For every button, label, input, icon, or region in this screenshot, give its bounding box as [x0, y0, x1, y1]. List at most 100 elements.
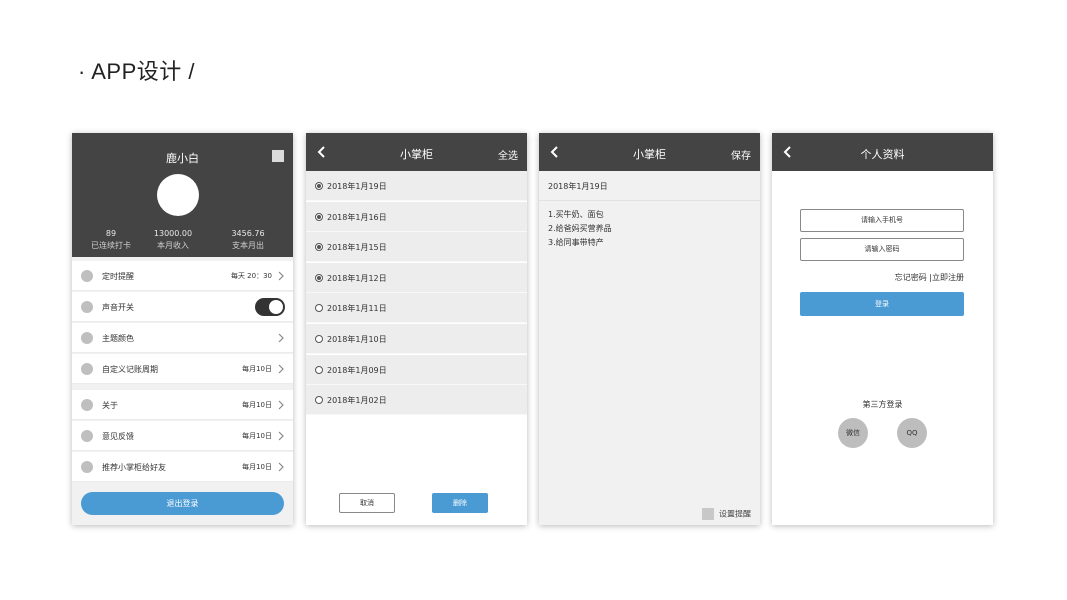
qq-login-button[interactable]: QQ — [897, 418, 927, 448]
top-bar: 个人资料 — [772, 133, 993, 171]
stat-value: 13000.00 — [153, 229, 193, 238]
setting-cycle[interactable]: 自定义记账周期 每月10日 — [72, 354, 293, 384]
chevron-right-icon — [278, 431, 284, 441]
stat-label: 本月收入 — [157, 241, 189, 250]
register-link[interactable]: |立即注册 — [929, 273, 964, 282]
reminder-icon — [81, 270, 93, 282]
radio-checked-icon[interactable] — [315, 212, 323, 221]
date-list-item[interactable]: 2018年1月10日 — [306, 324, 527, 354]
profile-header: 鹿小白 89 已连续打卡 13000.00 本月收入 3456.76 支本月出 — [72, 133, 293, 257]
date-label: 2018年1月09日 — [327, 365, 387, 375]
chevron-right-icon — [278, 462, 284, 472]
setting-value: 每月10日 — [242, 365, 272, 373]
setting-value: 每月10日 — [242, 432, 272, 440]
date-list-item[interactable]: 2018年1月11日 — [306, 293, 527, 324]
divider — [539, 200, 760, 201]
radio-checked-icon[interactable] — [315, 182, 323, 190]
wechat-login-button[interactable]: 微信 — [838, 418, 868, 448]
select-all-button[interactable]: 全选 — [498, 147, 518, 162]
radio-checked-icon[interactable] — [315, 273, 323, 282]
setting-label: 自定义记账周期 — [102, 365, 158, 374]
note-line: 3.给同事带特产 — [548, 238, 604, 247]
setting-theme[interactable]: 主题颜色 — [72, 323, 293, 353]
stat-income: 13000.00 本月收入 — [138, 228, 208, 252]
chevron-right-icon — [278, 271, 284, 281]
cancel-button[interactable]: 取消 — [339, 493, 395, 513]
setting-reminder[interactable]: 定时提醒 每天 20：30 — [72, 261, 293, 291]
sound-icon — [81, 301, 93, 313]
setting-label: 推荐小掌柜给好友 — [102, 463, 166, 472]
share-icon — [81, 461, 93, 473]
date-list-item[interactable]: 2018年1月12日 — [306, 262, 527, 293]
radio-unchecked-icon[interactable] — [315, 304, 323, 313]
date-label: 2018年1月12日 — [327, 273, 387, 283]
top-bar: 小掌柜 保存 — [539, 133, 760, 171]
setting-about[interactable]: 关于 每月10日 — [72, 390, 293, 420]
chevron-right-icon — [278, 333, 284, 343]
delete-button[interactable]: 删除 — [432, 493, 488, 513]
note-content[interactable]: 1.买牛奶、面包 2.给爸妈买营养品 3.给同事带特产 — [548, 208, 612, 250]
chevron-right-icon — [278, 364, 284, 374]
setting-label: 声音开关 — [102, 303, 134, 312]
third-party-label: 第三方登录 — [862, 400, 903, 409]
setting-sound: 声音开关 — [72, 292, 293, 322]
date-label: 2018年1月15日 — [327, 243, 387, 253]
radio-unchecked-icon[interactable] — [315, 365, 323, 374]
setting-value: 每月10日 — [242, 463, 272, 471]
feedback-icon — [81, 430, 93, 442]
sound-toggle[interactable] — [255, 298, 285, 316]
date-label: 2018年1月11日 — [327, 304, 387, 314]
screen-title: 小掌柜 — [633, 148, 666, 161]
date-list-item[interactable]: 2018年1月19日 — [306, 171, 527, 201]
stat-checkin: 89 已连续打卡 — [76, 228, 146, 252]
date-label: 2018年1月02日 — [327, 396, 387, 406]
about-icon — [81, 399, 93, 411]
record-list-screen: 小掌柜 全选 2018年1月19日 2018年1月16日 2018年1月15日 201… — [306, 133, 527, 525]
account-links: 忘记密码 |立即注册 — [895, 272, 964, 283]
remind-label: 设置提醒 — [719, 509, 751, 519]
page-title: · APP设计 / — [78, 59, 195, 84]
stat-expense: 3456.76 支本月出 — [213, 228, 283, 252]
theme-icon — [81, 332, 93, 344]
setting-label: 定时提醒 — [102, 272, 134, 281]
stat-label: 已连续打卡 — [91, 241, 131, 250]
note-line: 2.给爸妈买营养品 — [548, 224, 612, 233]
logout-button[interactable]: 退出登录 — [81, 492, 284, 515]
date-list-item[interactable]: 2018年1月02日 — [306, 385, 527, 416]
date-label: 2018年1月10日 — [327, 335, 387, 344]
avatar[interactable] — [157, 174, 199, 216]
note-date: 2018年1月19日 — [548, 182, 608, 191]
cycle-icon — [81, 363, 93, 375]
profile-screen: 鹿小白 89 已连续打卡 13000.00 本月收入 3456.76 支本月出 … — [72, 133, 293, 525]
password-input[interactable]: 请输入密码 — [800, 238, 964, 261]
date-label: 2018年1月16日 — [327, 212, 387, 222]
message-icon[interactable] — [272, 150, 284, 162]
stat-value: 89 — [105, 229, 117, 238]
user-name: 鹿小白 — [166, 152, 199, 165]
setting-label: 关于 — [102, 401, 118, 410]
login-screen: 个人资料 请输入手机号 请输入密码 忘记密码 |立即注册 登录 第三方登录 微信… — [772, 133, 993, 525]
save-button[interactable]: 保存 — [731, 147, 751, 162]
set-reminder-button[interactable]: 设置提醒 — [702, 508, 751, 520]
forgot-password-link[interactable]: 忘记密码 — [895, 273, 927, 282]
radio-unchecked-icon[interactable] — [315, 335, 323, 343]
date-list-item[interactable]: 2018年1月16日 — [306, 201, 527, 232]
setting-label: 主题颜色 — [102, 334, 134, 343]
toggle-knob — [269, 300, 283, 314]
login-button[interactable]: 登录 — [800, 292, 964, 316]
screen-title: 小掌柜 — [400, 148, 433, 161]
stat-label: 支本月出 — [232, 241, 264, 250]
date-list-item[interactable]: 2018年1月15日 — [306, 232, 527, 263]
stat-value: 3456.76 — [231, 229, 265, 238]
date-list-item[interactable]: 2018年1月09日 — [306, 354, 527, 385]
radio-unchecked-icon[interactable] — [315, 396, 323, 405]
note-line: 1.买牛奶、面包 — [548, 210, 604, 219]
setting-value: 每月10日 — [242, 401, 272, 409]
radio-checked-icon[interactable] — [315, 243, 323, 252]
chevron-right-icon — [278, 400, 284, 410]
setting-recommend[interactable]: 推荐小掌柜给好友 每月10日 — [72, 452, 293, 482]
date-label: 2018年1月19日 — [327, 182, 387, 191]
phone-input[interactable]: 请输入手机号 — [800, 209, 964, 232]
setting-feedback[interactable]: 意见反馈 每月10日 — [72, 421, 293, 451]
top-bar: 小掌柜 全选 — [306, 133, 527, 171]
